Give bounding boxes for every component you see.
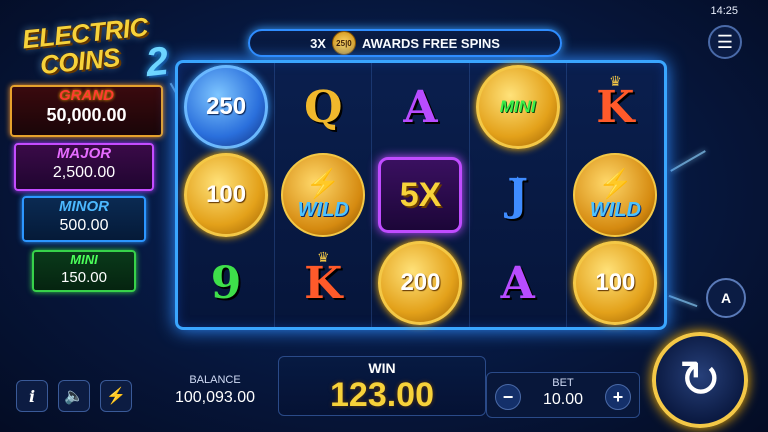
spin-arrow-icon: ↻: [678, 351, 722, 409]
crown-icon: ♛: [317, 249, 330, 265]
mini-jackpot-coin-symbol: MINI: [475, 65, 560, 149]
jackpot-major: MAJOR 2,500.00: [14, 143, 154, 191]
reel-cell: Q: [275, 63, 373, 151]
jackpot-minor: MINOR 500.00: [22, 196, 146, 242]
reel-cell: 100: [567, 239, 664, 327]
lightning-icon: ⚡: [106, 388, 126, 405]
reel-cell: A: [470, 239, 567, 327]
jackpot-mini-label: MINI: [70, 252, 98, 267]
reel-cell: ♛ K: [275, 239, 373, 327]
jackpot-minor-label: MINOR: [59, 198, 109, 215]
jackpot-mini: MINI 150.00: [32, 250, 136, 292]
jackpot-major-value: 2,500.00: [52, 164, 116, 181]
fleur-de-lis-icon: ⚜: [510, 175, 525, 192]
balance-label: BALANCE: [189, 374, 241, 386]
wild-symbol: ⚡ WILD: [281, 153, 366, 237]
multiplier-symbol: 5X: [378, 157, 463, 233]
game-logo: ELECTRIC COINS 2: [18, 11, 178, 86]
reel-cell: 9: [178, 239, 276, 327]
wild-label: WILD: [297, 198, 349, 221]
symbol-q: Q: [304, 81, 343, 133]
menu-button[interactable]: ☰: [708, 25, 742, 59]
symbol-a: A: [403, 81, 438, 133]
clock: 14:25: [710, 5, 738, 17]
reel-cell: ⚜ J: [470, 151, 567, 239]
logo-number: 2: [143, 38, 171, 86]
plus-icon: +: [612, 386, 624, 407]
lightning-bolt-icon: ⚡: [305, 167, 341, 199]
reel-cell: A: [372, 63, 470, 151]
lightning-decoration: [670, 150, 706, 172]
crown-icon: ♛: [609, 73, 622, 89]
turbo-button[interactable]: ⚡: [100, 380, 132, 412]
info-icon: i: [28, 386, 36, 406]
jackpot-major-label: MAJOR: [56, 145, 112, 162]
win-value: 123.00: [330, 376, 434, 414]
reel-cell: ♛ K: [567, 63, 664, 151]
wild-label: WILD: [589, 198, 641, 221]
reel-cell: ⚡ WILD: [275, 151, 373, 239]
gold-coin-symbol: 100: [184, 153, 269, 237]
bet-increase-button[interactable]: +: [605, 384, 631, 410]
reel-cell: 5X: [372, 151, 470, 239]
win-display: WIN 123.00: [278, 356, 486, 416]
wild-symbol: ⚡ WILD: [573, 153, 658, 237]
hamburger-menu-icon: ☰: [716, 31, 734, 52]
reel-grid: 250 Q A MINI ♛ K 100 ⚡ WILD 5X ⚜ J ⚡ WIL…: [175, 60, 667, 330]
blue-coin-symbol: 250: [184, 65, 269, 149]
info-button[interactable]: i: [16, 380, 48, 412]
reel-cell: 250: [178, 63, 276, 151]
gold-coin-symbol: 200: [378, 241, 463, 325]
gold-coin-symbol: 100: [573, 241, 658, 325]
balance-value: 100,093.00: [174, 389, 256, 406]
free-spins-count: 3X: [310, 35, 326, 51]
speaker-icon: 🔈: [64, 388, 84, 405]
jackpot-mini-value: 150.00: [61, 269, 107, 286]
autoplay-icon: A: [720, 290, 732, 306]
symbol-a: A: [500, 257, 535, 309]
jackpot-grand: GRAND 50,000.00: [10, 85, 163, 137]
scatter-coin-icon: 25|0: [331, 31, 356, 55]
jackpot-minor-value: 500.00: [59, 217, 109, 234]
win-label: WIN: [368, 360, 396, 376]
reel-cell: 100: [178, 151, 276, 239]
reel-cell: 200: [372, 239, 470, 327]
autoplay-button[interactable]: A: [706, 278, 746, 318]
bet-control: − BET 10.00 +: [486, 372, 640, 418]
jackpot-grand-label: GRAND: [59, 87, 114, 104]
reel-cell: MINI: [470, 63, 567, 151]
symbol-9: 9: [210, 257, 242, 309]
reel-cell: ⚡ WILD: [567, 151, 664, 239]
free-spins-text: AWARDS FREE SPINS: [361, 35, 500, 51]
spin-button[interactable]: ↻: [652, 332, 748, 428]
lightning-bolt-icon: ⚡: [597, 167, 633, 199]
bottom-control-bar: i 🔈 ⚡ BALANCE 100,093.00 WIN 123.00 − BE…: [8, 356, 648, 420]
lightning-decoration: [668, 294, 698, 308]
balance-display: BALANCE 100,093.00: [154, 374, 276, 416]
sound-button[interactable]: 🔈: [58, 380, 90, 412]
jackpot-grand-value: 50,000.00: [46, 105, 127, 125]
free-spins-banner: 3X 25|0 AWARDS FREE SPINS: [248, 29, 562, 57]
